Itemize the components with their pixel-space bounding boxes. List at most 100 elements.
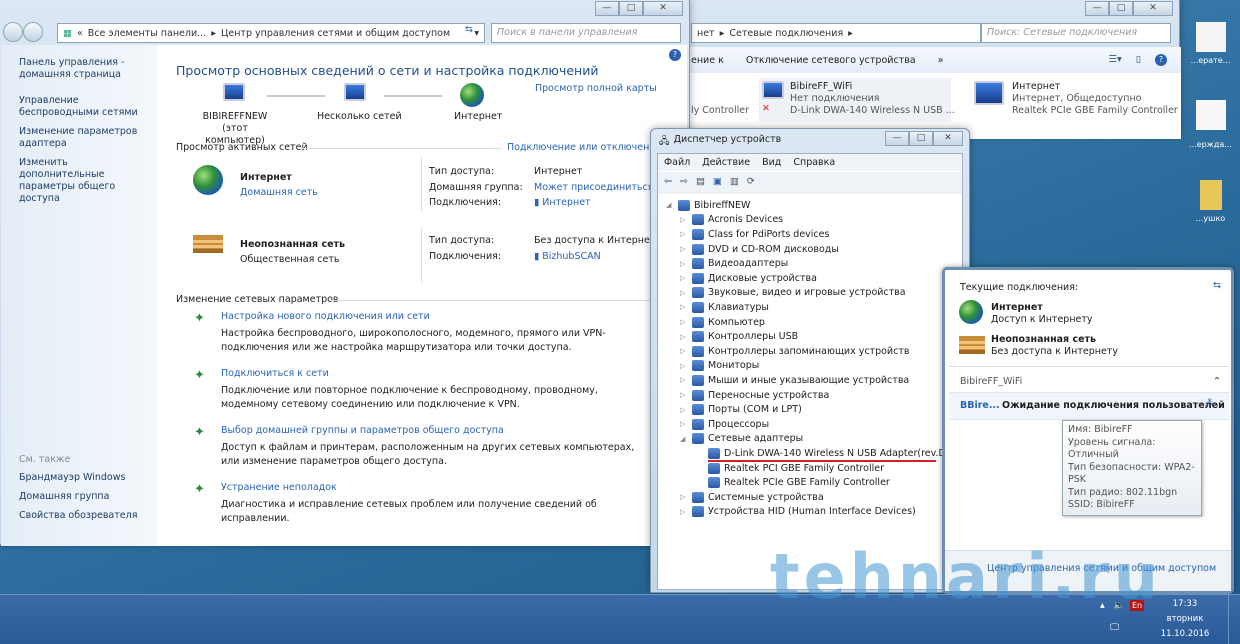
close-button[interactable]: ✕: [643, 1, 683, 16]
desktop-icon[interactable]: ...ержда...: [1183, 100, 1238, 149]
preview-pane-icon[interactable]: ▯: [1136, 54, 1141, 66]
volume-icon[interactable]: 🔈: [1113, 600, 1125, 611]
device-tree-item[interactable]: ▷ Мыши и иные указывающие устройства: [680, 373, 909, 388]
full-map-link[interactable]: Просмотр полной карты: [535, 83, 657, 94]
minimize-button[interactable]: —: [885, 131, 909, 146]
wifi-section-header[interactable]: BibireFF_WiFi: [960, 376, 1022, 387]
device-tree-item[interactable]: ◢ Сетевые адаптеры: [680, 432, 803, 447]
expand-arrow-icon[interactable]: ▷: [680, 303, 688, 311]
toolbar-more[interactable]: »: [938, 55, 944, 66]
device-tree-item[interactable]: Realtek PCI GBE Family Controller: [696, 461, 884, 476]
device-tree-item[interactable]: ▷ Системные устройства: [680, 490, 824, 505]
sidebar-home[interactable]: Панель управления - домашняя страница: [19, 57, 149, 81]
wifi-network-name[interactable]: BBire...: [960, 400, 1000, 411]
expand-arrow-icon[interactable]: ▷: [680, 274, 688, 282]
toolbar-disable-device[interactable]: Отключение сетевого устройства: [746, 55, 916, 66]
sidebar-adapter-settings[interactable]: Изменение параметров адаптера: [19, 126, 139, 150]
expand-arrow-icon[interactable]: ▷: [680, 347, 688, 355]
help-icon[interactable]: ?: [669, 49, 681, 61]
help-icon[interactable]: ?: [1155, 54, 1167, 66]
device-tree-item[interactable]: ▷ Процессоры: [680, 417, 769, 432]
maximize-button[interactable]: □: [619, 1, 643, 16]
connection-item[interactable]: Неопознанная сеть Без доступа к Интернету: [991, 334, 1118, 358]
device-tree-item[interactable]: ▷ Порты (COM и LPT): [680, 402, 802, 417]
link-homegroup[interactable]: Домашняя группа: [19, 491, 109, 502]
show-desktop-button[interactable]: [1228, 595, 1240, 644]
device-tree-item[interactable]: ◢ BibireffNEW: [666, 198, 750, 213]
adapter-ethernet[interactable]: Интернет Интернет, Общедоступно Realtek PC…: [971, 78, 1181, 120]
adapter-partial[interactable]: ly Controller: [691, 105, 749, 116]
device-tree-item[interactable]: ▷ Дисковые устройства: [680, 271, 817, 286]
menu-action[interactable]: Действие: [702, 157, 750, 168]
homegroup-join-link[interactable]: Может присоединиться: [534, 180, 653, 196]
device-tree-item[interactable]: ▷ Видеоадаптеры: [680, 256, 788, 271]
search-input[interactable]: Поиск в панели управления: [491, 23, 681, 43]
sidebar-sharing-settings[interactable]: Изменить дополнительные параметры общего…: [19, 157, 154, 205]
desktop-icon[interactable]: ...ушко: [1183, 180, 1238, 223]
refresh-button[interactable]: ⇆: [465, 24, 473, 35]
minimize-button[interactable]: —: [1085, 1, 1109, 16]
expand-arrow-icon[interactable]: ▷: [680, 406, 688, 414]
device-tree-item[interactable]: ▷ Acronis Devices: [680, 213, 783, 228]
update-driver-icon[interactable]: ▥: [730, 176, 739, 190]
device-tree-item[interactable]: ▷ Клавиатуры: [680, 300, 769, 315]
device-tree-item[interactable]: ▷ Мониторы: [680, 359, 759, 374]
task-link[interactable]: Устранение неполадок: [221, 482, 337, 493]
search-input[interactable]: Поиск: Сетевые подключения: [981, 23, 1171, 43]
expand-arrow-icon[interactable]: ◢: [680, 435, 688, 443]
clock[interactable]: 17:33 вторник 11.10.2016: [1160, 597, 1210, 642]
maximize-button[interactable]: □: [909, 131, 933, 146]
connect-disconnect-link[interactable]: Подключение или отключение: [507, 142, 661, 153]
device-tree-item[interactable]: ▷ Звуковые, видео и игровые устройства: [680, 286, 906, 301]
expand-arrow-icon[interactable]: ▷: [680, 420, 688, 428]
map-internet[interactable]: Интернет: [454, 111, 502, 122]
expand-arrow-icon[interactable]: ▷: [680, 362, 688, 370]
language-indicator[interactable]: En: [1130, 600, 1145, 611]
device-tree-item[interactable]: ▷ Устройства HID (Human Interface Devices…: [680, 505, 916, 520]
expand-arrow-icon[interactable]: ▷: [680, 493, 688, 501]
help-icon[interactable]: ▣: [713, 176, 722, 190]
view-icon[interactable]: ☰▾: [1108, 54, 1121, 66]
device-tree-item[interactable]: ▷ DVD и CD-ROM дисководы: [680, 242, 839, 257]
device-tree-item[interactable]: ▷ Class for PdiPorts devices: [680, 227, 829, 242]
address-bar[interactable]: ▦ «Все элементы панели... ▸ Центр управлени…: [57, 23, 485, 43]
sidebar-wireless[interactable]: Управление беспроводными сетями: [19, 95, 154, 119]
expand-arrow-icon[interactable]: ▷: [680, 289, 688, 297]
show-hidden-icons[interactable]: ▴: [1100, 600, 1105, 611]
expand-arrow-icon[interactable]: ▷: [680, 376, 688, 384]
collapse-chevron-icon[interactable]: ⌃: [1213, 376, 1221, 387]
address-bar[interactable]: нет ▸ Сетевые подключения ▸: [691, 23, 981, 43]
back-icon[interactable]: ⇦: [664, 176, 672, 190]
task-link[interactable]: Выбор домашней группы и параметров общег…: [221, 425, 504, 436]
device-tree-item[interactable]: ▷ Контроллеры запоминающих устройств: [680, 344, 909, 359]
task-link[interactable]: Подключиться к сети: [221, 368, 329, 379]
menu-file[interactable]: Файл: [664, 157, 690, 168]
desktop-icon[interactable]: ...ерате...: [1183, 22, 1238, 65]
adapter-wifi[interactable]: ✕ BibireFF_WiFi Нет подключения D-Link DWA…: [759, 78, 955, 122]
connection-link[interactable]: ▮ Интернет: [534, 195, 653, 211]
device-tree-item[interactable]: ▷ Компьютер: [680, 315, 765, 330]
expand-arrow-icon[interactable]: ▷: [680, 260, 688, 268]
expand-arrow-icon[interactable]: ▷: [680, 391, 688, 399]
link-internet-options[interactable]: Свойства обозревателя: [19, 510, 137, 521]
link-firewall[interactable]: Брандмауэр Windows: [19, 472, 125, 483]
expand-arrow-icon[interactable]: ▷: [680, 230, 688, 238]
map-networks[interactable]: Несколько сетей: [317, 111, 402, 122]
back-button[interactable]: [3, 22, 23, 42]
network-refresh-icon[interactable]: ⇆: [1213, 280, 1221, 291]
close-button[interactable]: ✕: [1133, 1, 1173, 16]
forward-icon[interactable]: ⇨: [680, 176, 688, 190]
expand-arrow-icon[interactable]: ▷: [680, 508, 688, 516]
minimize-button[interactable]: —: [595, 1, 619, 16]
device-tree-item[interactable]: ▷ Контроллеры USB: [680, 329, 798, 344]
connection-link[interactable]: ▮ BizhubSCAN: [534, 249, 661, 265]
device-tree-item[interactable]: Realtek PCIe GBE Family Controller: [696, 475, 890, 490]
menu-help[interactable]: Справка: [793, 157, 835, 168]
expand-arrow-icon[interactable]: ▷: [680, 245, 688, 253]
menu-view[interactable]: Вид: [762, 157, 781, 168]
toolbar-connect[interactable]: ение к: [691, 55, 724, 66]
expand-arrow-icon[interactable]: ▷: [680, 318, 688, 326]
device-tree-item[interactable]: D-Link DWA-140 Wireless N USB Adapter(re…: [696, 446, 950, 461]
forward-button[interactable]: [23, 22, 43, 42]
network-tray-icon[interactable]: 🖵: [1110, 622, 1119, 633]
